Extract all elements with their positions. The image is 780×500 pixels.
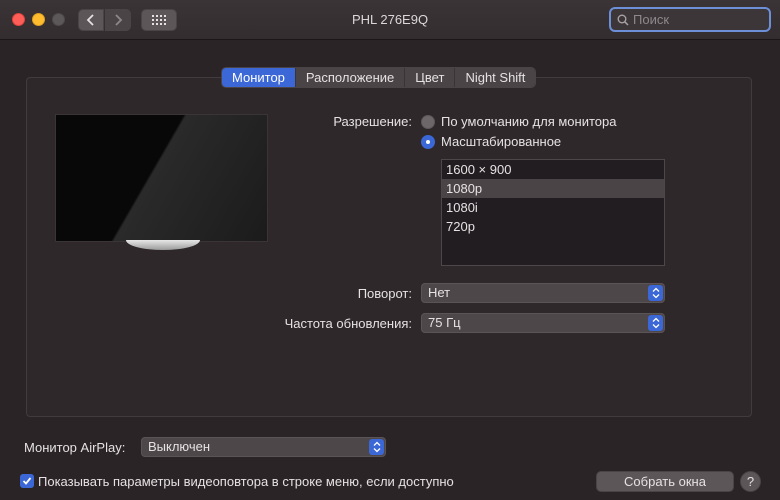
resolution-default-label: По умолчанию для монитора — [441, 114, 617, 129]
updown-arrows-icon — [648, 315, 663, 331]
resolution-list-item[interactable]: 1080i — [442, 198, 664, 217]
refresh-rate-value: 75 Гц — [428, 315, 461, 330]
tab-color[interactable]: Цвет — [405, 68, 456, 87]
forward-button[interactable] — [105, 9, 131, 31]
tab-bar: Монитор Расположение Цвет Night Shift — [221, 67, 537, 88]
tab-arrangement[interactable]: Расположение — [295, 68, 406, 87]
tab-monitor[interactable]: Монитор — [222, 68, 296, 87]
checkmark-icon — [22, 477, 32, 485]
grid-icon — [152, 15, 166, 25]
gather-windows-button[interactable]: Собрать окна — [596, 471, 734, 492]
search-field[interactable] — [609, 7, 771, 32]
resolution-list[interactable]: 1600 × 900 1080p 1080i 720p — [441, 159, 665, 266]
airplay-value: Выключен — [148, 439, 211, 454]
updown-arrows-icon — [369, 439, 384, 455]
rotation-select[interactable]: Нет — [421, 283, 665, 303]
show-all-button[interactable] — [141, 9, 177, 31]
resolution-label: Разрешение: — [333, 114, 412, 129]
rotation-value: Нет — [428, 285, 451, 300]
resolution-default-option[interactable]: По умолчанию для монитора — [421, 114, 616, 129]
close-window-button[interactable] — [12, 13, 25, 26]
monitor-preview-image — [55, 114, 268, 242]
help-button[interactable]: ? — [740, 471, 761, 492]
chevron-right-icon — [115, 14, 123, 26]
minimize-window-button[interactable] — [32, 13, 45, 26]
resolution-list-item[interactable]: 1080p — [442, 179, 664, 198]
resolution-list-item[interactable]: 1600 × 900 — [442, 160, 664, 179]
mirroring-checkbox[interactable] — [20, 474, 34, 488]
search-icon — [617, 14, 629, 26]
resolution-scaled-label: Масштабированное — [441, 134, 562, 149]
rotation-label: Поворот: — [357, 286, 412, 301]
radio-scaled[interactable] — [421, 134, 435, 149]
tab-night-shift[interactable]: Night Shift — [455, 68, 536, 87]
radio-default[interactable] — [421, 114, 435, 129]
mirroring-checkbox-label[interactable]: Показывать параметры видеоповтора в стро… — [38, 474, 454, 489]
back-button[interactable] — [78, 9, 104, 31]
refresh-rate-label: Частота обновления: — [284, 316, 412, 331]
zoom-window-button[interactable] — [52, 13, 65, 26]
chevron-left-icon — [86, 14, 94, 26]
updown-arrows-icon — [648, 285, 663, 301]
airplay-label: Монитор AirPlay: — [24, 440, 126, 455]
window-title: PHL 276E9Q — [351, 12, 429, 27]
resolution-list-item[interactable]: 720p — [442, 217, 664, 236]
airplay-select[interactable]: Выключен — [141, 437, 386, 457]
refresh-rate-select[interactable]: 75 Гц — [421, 313, 665, 333]
search-input[interactable] — [633, 12, 753, 27]
resolution-scaled-option[interactable]: Масштабированное — [421, 134, 561, 149]
